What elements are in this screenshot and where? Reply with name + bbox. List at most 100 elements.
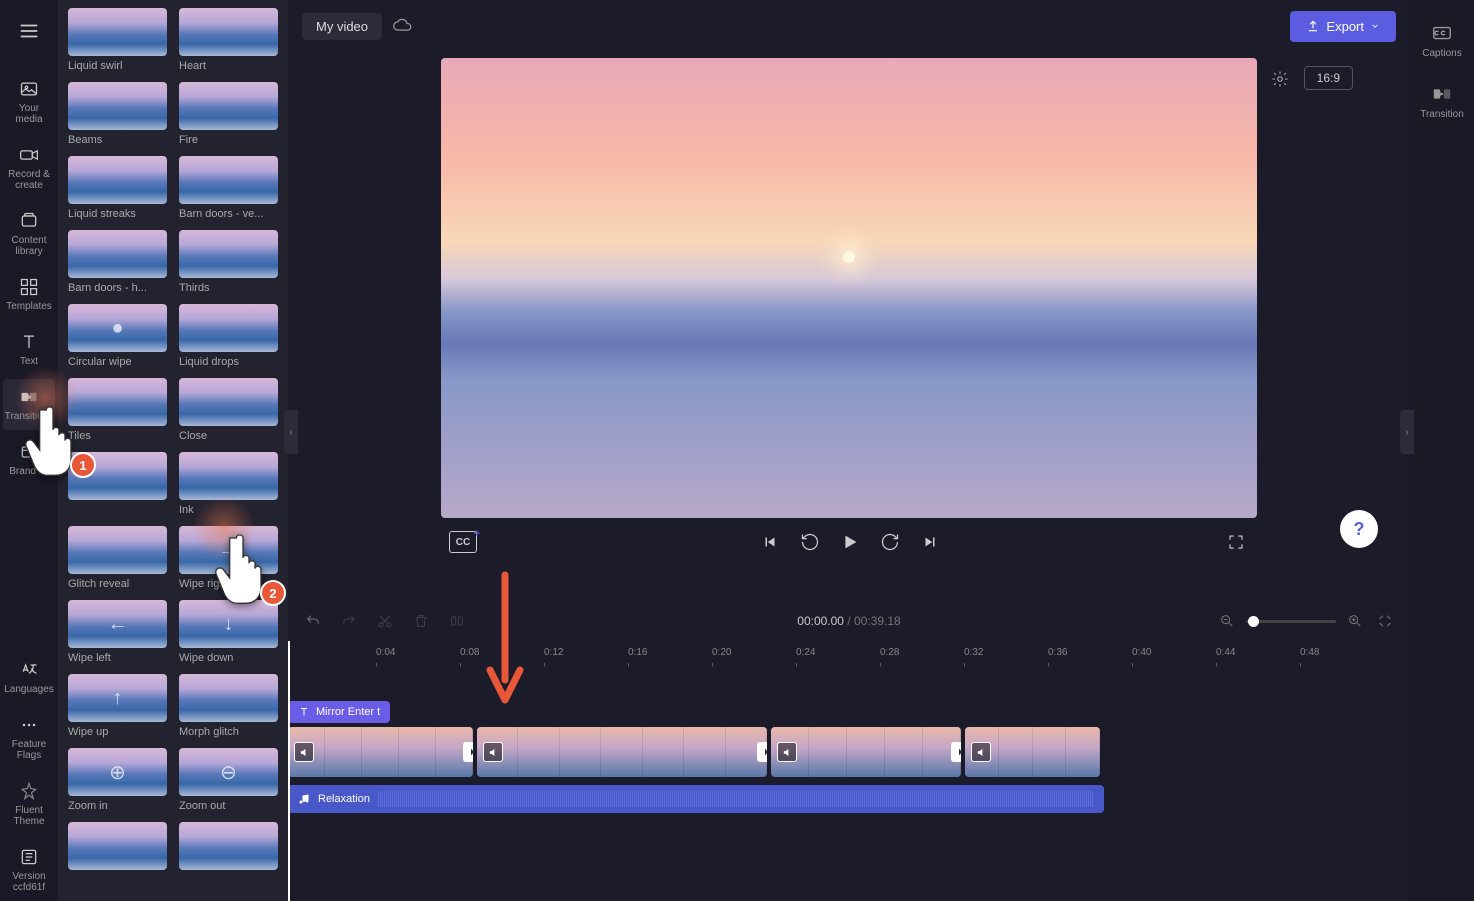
nav-languages[interactable]: Languages xyxy=(3,652,55,703)
playhead[interactable] xyxy=(288,641,290,901)
audio-icon xyxy=(294,742,314,762)
undo-button[interactable] xyxy=(302,610,324,632)
transition-tile[interactable]: Morph glitch xyxy=(179,674,278,738)
split-button[interactable] xyxy=(446,610,468,632)
redo-button[interactable] xyxy=(338,610,360,632)
fit-button[interactable] xyxy=(1374,610,1396,632)
help-button[interactable]: ? xyxy=(1340,510,1378,548)
theme-icon xyxy=(19,781,39,801)
transition-tile[interactable]: Thirds xyxy=(179,230,278,294)
ruler-tick: 0:20 xyxy=(712,647,731,658)
panel-collapse-right[interactable]: › xyxy=(1400,410,1414,454)
video-clip[interactable] xyxy=(771,727,961,777)
transition-label: Thirds xyxy=(179,282,278,294)
nav-text[interactable]: Text xyxy=(3,324,55,375)
nav-feature-flags[interactable]: Feature Flags xyxy=(3,707,55,769)
transition-label: Wipe up xyxy=(68,726,167,738)
upload-icon xyxy=(1306,19,1320,33)
brand-icon xyxy=(19,442,39,462)
transition-marker[interactable] xyxy=(951,742,961,762)
ruler-tick: 0:28 xyxy=(880,647,899,658)
transition-tile[interactable]: Barn doors - h... xyxy=(68,230,167,294)
transition-tile[interactable]: Liquid streaks xyxy=(68,156,167,220)
transition-tile[interactable]: ←Wipe left xyxy=(68,600,167,664)
transition-label: Ink xyxy=(179,504,278,516)
transition-tile[interactable]: Beams xyxy=(68,82,167,146)
nav-version[interactable]: Version ccfd61f xyxy=(3,839,55,901)
captions-tab[interactable]: Captions xyxy=(1418,14,1465,67)
video-clip[interactable] xyxy=(288,727,473,777)
menu-button[interactable] xyxy=(8,10,50,57)
preview-settings-button[interactable] xyxy=(1267,66,1293,92)
nav-record[interactable]: Record & create xyxy=(3,137,55,199)
transition-tile[interactable] xyxy=(68,822,167,874)
video-preview[interactable] xyxy=(441,58,1257,518)
transition-tile[interactable]: Fire xyxy=(179,82,278,146)
transition-tile[interactable] xyxy=(68,452,167,516)
timeline-toolbar: 00:00.00 / 00:39.18 xyxy=(288,601,1410,641)
nav-label: Text xyxy=(20,356,38,367)
nav-transitions[interactable]: Transitions xyxy=(3,379,55,430)
nav-brand-kit[interactable]: Brand kit xyxy=(3,434,55,485)
transition-tile[interactable]: Glitch reveal xyxy=(68,526,167,590)
play-button[interactable] xyxy=(837,529,863,555)
ruler-tick: 0:16 xyxy=(628,647,647,658)
transition-tile[interactable]: ↑Wipe up xyxy=(68,674,167,738)
nav-templates[interactable]: Templates xyxy=(3,269,55,320)
transition-tile[interactable]: Barn doors - ve... xyxy=(179,156,278,220)
ruler-tick: 0:48 xyxy=(1300,647,1319,658)
text-clip[interactable]: Mirror Enter t xyxy=(288,701,390,723)
transition-tile[interactable]: →Wipe right xyxy=(179,526,278,590)
transition-tile[interactable]: Liquid swirl xyxy=(68,8,167,72)
zoom-in-button[interactable] xyxy=(1344,610,1366,632)
transition-tile[interactable]: Ink xyxy=(179,452,278,516)
forward-button[interactable] xyxy=(877,529,903,555)
text-icon xyxy=(298,706,310,718)
video-clip[interactable] xyxy=(477,727,767,777)
transition-label: Barn doors - ve... xyxy=(179,208,278,220)
nav-content-library[interactable]: Content library xyxy=(3,203,55,265)
captions-button[interactable]: CC+ xyxy=(449,531,477,553)
timeline-ruler[interactable]: 0:040:080:120:160:200:240:280:320:360:40… xyxy=(288,641,1410,669)
nav-label: Brand kit xyxy=(9,466,48,477)
zoom-slider[interactable] xyxy=(1246,620,1336,623)
transition-label: Wipe left xyxy=(68,652,167,664)
transition-tile[interactable]: Close xyxy=(179,378,278,442)
version-icon xyxy=(19,847,39,867)
library-icon xyxy=(19,211,39,231)
transition-tile[interactable]: Tiles xyxy=(68,378,167,442)
transition-tile[interactable]: ↓Wipe down xyxy=(179,600,278,664)
aspect-ratio-button[interactable]: 16:9 xyxy=(1304,66,1353,90)
delete-button[interactable] xyxy=(410,610,432,632)
video-title[interactable]: My video xyxy=(302,13,382,40)
export-button[interactable]: Export xyxy=(1290,11,1396,42)
ruler-tick: 0:08 xyxy=(460,647,479,658)
transition-tile[interactable]: Liquid drops xyxy=(179,304,278,368)
transition-tab[interactable]: Transition xyxy=(1416,75,1468,128)
timeline[interactable]: 0:040:080:120:160:200:240:280:320:360:40… xyxy=(288,641,1410,901)
transition-tile[interactable]: ⊕Zoom in xyxy=(68,748,167,812)
cut-button[interactable] xyxy=(374,610,396,632)
transition-tile[interactable]: Heart xyxy=(179,8,278,72)
panel-collapse-left[interactable]: ‹ xyxy=(284,410,298,454)
transition-label: Wipe right xyxy=(179,578,278,590)
chevron-down-icon xyxy=(1370,21,1380,31)
rewind-button[interactable] xyxy=(797,529,823,555)
ruler-tick: 0:04 xyxy=(376,647,395,658)
transition-marker[interactable] xyxy=(757,742,767,762)
cloud-sync-icon[interactable] xyxy=(392,16,412,36)
nav-fluent-theme[interactable]: Fluent Theme xyxy=(3,773,55,835)
audio-clip[interactable]: Relaxation xyxy=(288,785,1104,813)
transition-tile[interactable] xyxy=(179,822,278,874)
skip-end-button[interactable] xyxy=(917,529,943,555)
video-clip[interactable] xyxy=(965,727,1100,777)
skip-start-button[interactable] xyxy=(757,529,783,555)
fullscreen-button[interactable] xyxy=(1223,529,1249,555)
transition-tile[interactable]: ●Circular wipe xyxy=(68,304,167,368)
timeline-timecode: 00:00.00 / 00:39.18 xyxy=(797,614,900,628)
top-bar: My video Export xyxy=(288,0,1410,52)
transition-marker[interactable] xyxy=(463,742,473,762)
transition-tile[interactable]: ⊖Zoom out xyxy=(179,748,278,812)
zoom-out-button[interactable] xyxy=(1216,610,1238,632)
nav-your-media[interactable]: Your media xyxy=(3,71,55,133)
